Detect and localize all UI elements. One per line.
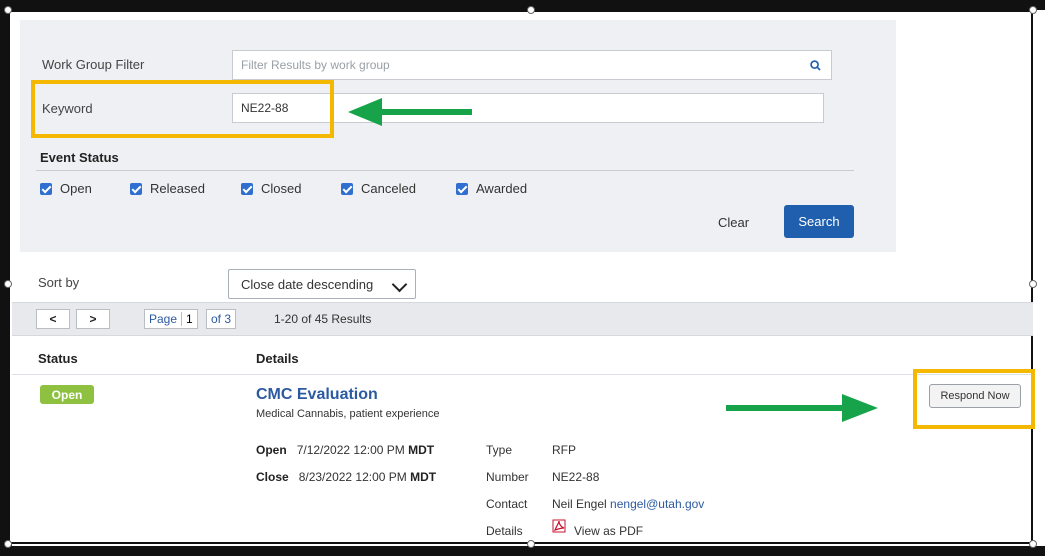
status-label: Open xyxy=(60,181,92,196)
search-button[interactable]: Search xyxy=(784,205,854,238)
respond-now-button[interactable]: Respond Now xyxy=(929,384,1021,408)
close-label: Close xyxy=(256,470,289,484)
event-title-link[interactable]: CMC Evaluation xyxy=(256,386,378,404)
open-date-row: Open 7/12/2022 12:00 PM MDT xyxy=(256,443,434,457)
type-label: Type xyxy=(486,443,513,457)
checkbox-checked-icon xyxy=(241,182,253,195)
status-checkbox-awarded[interactable]: Awarded xyxy=(456,181,527,196)
next-page-button[interactable]: > xyxy=(76,309,110,329)
selection-handle xyxy=(527,540,535,548)
selection-handle xyxy=(1029,6,1037,14)
work-group-input[interactable]: Filter Results by work group xyxy=(232,50,832,80)
selection-handle xyxy=(4,6,12,14)
prev-page-button[interactable]: < xyxy=(36,309,70,329)
work-group-label: Work Group Filter xyxy=(42,57,145,72)
selection-handle xyxy=(1029,540,1037,548)
results-count: 1-20 of 45 Results xyxy=(274,312,372,326)
page-count: of 3 xyxy=(206,309,237,329)
close-date-row: Close 8/23/2022 12:00 PM MDT xyxy=(256,470,436,484)
number-value: NE22-88 xyxy=(552,470,600,484)
green-arrow-right-icon xyxy=(726,394,878,422)
page-number-input[interactable]: Page 1 xyxy=(144,309,198,329)
checkbox-checked-icon xyxy=(341,182,353,195)
sort-select[interactable]: Close date descending xyxy=(228,269,416,299)
table-header-divider xyxy=(12,374,1033,375)
status-checkbox-canceled[interactable]: Canceled xyxy=(341,181,416,196)
work-group-placeholder: Filter Results by work group xyxy=(241,58,390,72)
checkbox-checked-icon xyxy=(130,182,142,195)
contact-label: Contact xyxy=(486,497,528,511)
search-icon[interactable] xyxy=(810,60,821,71)
page-label: Page xyxy=(145,312,183,326)
close-timezone: MDT xyxy=(410,470,437,484)
selection-handle xyxy=(4,540,12,548)
open-timezone: MDT xyxy=(408,443,435,457)
status-checkbox-closed[interactable]: Closed xyxy=(241,181,301,196)
event-subtitle: Medical Cannabis, patient experience xyxy=(256,408,440,420)
checkbox-checked-icon xyxy=(40,182,52,195)
selection-handle xyxy=(527,6,535,14)
pdf-icon[interactable] xyxy=(552,519,566,533)
status-label: Released xyxy=(150,181,205,196)
checkbox-checked-icon xyxy=(456,182,468,195)
number-label: Number xyxy=(486,470,529,484)
keyword-highlight-box xyxy=(31,80,334,138)
event-status-title: Event Status xyxy=(40,150,119,165)
view-pdf-link[interactable]: View as PDF xyxy=(574,524,643,538)
contact-email-link[interactable]: nengel@utah.gov xyxy=(610,497,704,511)
chevron-down-icon xyxy=(391,276,408,293)
status-checkbox-released[interactable]: Released xyxy=(130,181,205,196)
details-column-header: Details xyxy=(256,351,299,366)
window-frame-top xyxy=(0,0,1045,10)
status-checkbox-open[interactable]: Open xyxy=(40,181,92,196)
event-status-divider xyxy=(36,170,854,171)
status-badge: Open xyxy=(40,385,94,404)
status-label: Canceled xyxy=(361,181,416,196)
pagination-bar: < > Page 1 of 3 1-20 of 45 Results xyxy=(12,302,1033,336)
contact-name: Neil Engel xyxy=(552,497,607,511)
clear-link[interactable]: Clear xyxy=(718,215,749,230)
type-value: RFP xyxy=(552,443,576,457)
open-label: Open xyxy=(256,443,287,457)
window-frame-bottom xyxy=(0,546,1045,556)
open-date: 7/12/2022 12:00 PM xyxy=(296,443,405,457)
status-label: Closed xyxy=(261,181,302,196)
page-count-label: of 3 xyxy=(211,312,232,326)
selection-handle xyxy=(1029,280,1037,288)
selection-handle xyxy=(4,280,12,288)
page-value: 1 xyxy=(186,312,193,326)
status-label: Awarded xyxy=(476,181,528,196)
sort-by-label: Sort by xyxy=(38,275,80,290)
status-column-header: Status xyxy=(38,351,78,366)
sort-selected-value: Close date descending xyxy=(241,276,374,292)
close-date: 8/23/2022 12:00 PM xyxy=(298,470,407,484)
green-arrow-left-icon xyxy=(348,98,472,126)
contact-row: Neil Engel nengel@utah.gov xyxy=(552,497,704,511)
details-label: Details xyxy=(486,524,523,538)
